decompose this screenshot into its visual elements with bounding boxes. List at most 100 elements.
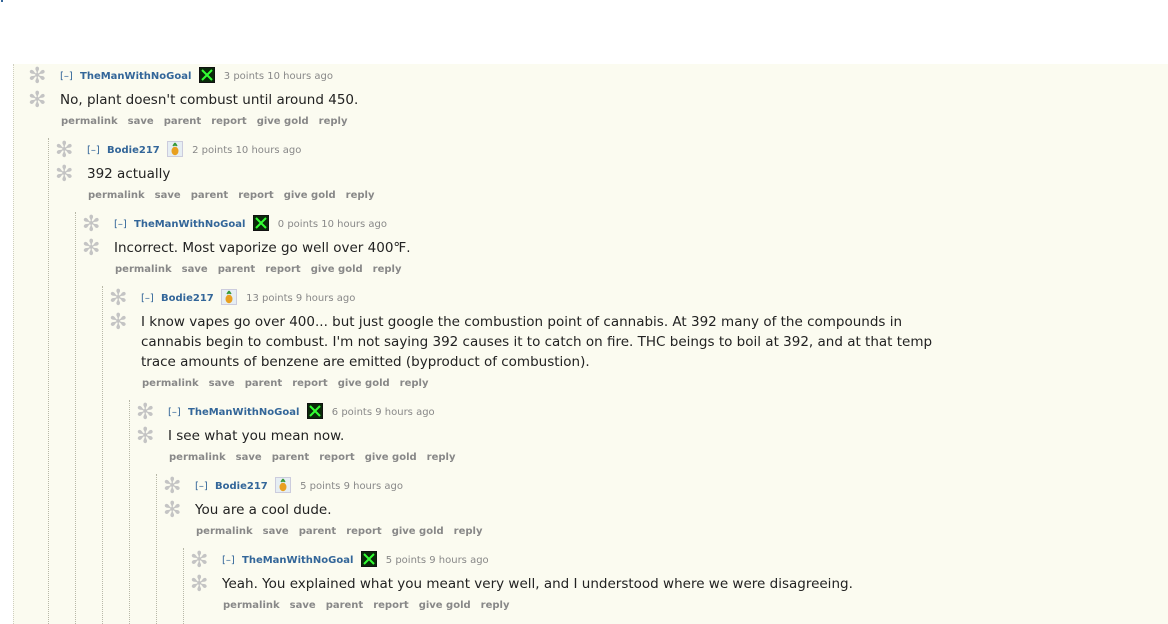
timestamp: 9 hours ago: [343, 481, 403, 492]
permalink-link[interactable]: permalink: [169, 452, 226, 463]
parent-link[interactable]: parent: [299, 526, 337, 537]
save-link[interactable]: save: [128, 116, 154, 127]
author-link[interactable]: Bodie217: [161, 293, 214, 304]
child-comments: ✻ ✻ [–] Bodie217 5 points 9 hours ago Yo…: [156, 474, 853, 624]
downvote-leaf-icon[interactable]: ✻: [190, 574, 208, 596]
permalink-link[interactable]: permalink: [115, 264, 172, 275]
parent-link[interactable]: parent: [191, 190, 229, 201]
reply-link[interactable]: reply: [373, 264, 402, 275]
collapse-toggle[interactable]: [–]: [60, 71, 73, 82]
author-link[interactable]: TheManWithNoGoal: [188, 407, 299, 418]
upvote-leaf-icon[interactable]: ✻: [136, 402, 154, 424]
child-comments: ✻ ✻ [–] Bodie217 13 points 9 hours ago I…: [102, 286, 932, 624]
upvote-leaf-icon[interactable]: ✻: [55, 140, 73, 162]
upvote-leaf-icon[interactable]: ✻: [163, 476, 181, 498]
timestamp: 10 hours ago: [235, 145, 302, 156]
comment-tagline: [–] TheManWithNoGoal 6 points 9 hours ag…: [168, 403, 435, 420]
comment-body: You are a cool dude.: [195, 500, 975, 520]
score: 3 points: [223, 71, 265, 82]
comment-body: 392 actually: [87, 164, 957, 184]
give-gold-link[interactable]: give gold: [392, 526, 444, 537]
collapse-toggle[interactable]: [–]: [168, 407, 181, 418]
child-comments: ✻ ✻ [–] TheManWithNoGoal 5 points 9 hour…: [183, 548, 853, 624]
report-link[interactable]: report: [373, 600, 408, 611]
give-gold-link[interactable]: give gold: [284, 190, 336, 201]
downvote-leaf-icon[interactable]: ✻: [28, 90, 46, 112]
parent-link[interactable]: parent: [272, 452, 310, 463]
permalink-link[interactable]: permalink: [196, 526, 253, 537]
comment-tagline: [–] TheManWithNoGoal 5 points 9 hours ag…: [222, 551, 489, 568]
timestamp: 9 hours ago: [375, 407, 435, 418]
reply-link[interactable]: reply: [346, 190, 375, 201]
comment-line: No, plant doesn't combust until around 4…: [60, 92, 359, 108]
reply-link[interactable]: reply: [319, 116, 348, 127]
comment-line: You are a cool dude.: [195, 502, 332, 518]
give-gold-link[interactable]: give gold: [311, 264, 363, 275]
downvote-leaf-icon[interactable]: ✻: [163, 500, 181, 522]
give-gold-link[interactable]: give gold: [257, 116, 309, 127]
give-gold-link[interactable]: give gold: [419, 600, 471, 611]
save-link[interactable]: save: [263, 526, 289, 537]
save-link[interactable]: save: [236, 452, 262, 463]
x-flair-icon: [360, 551, 377, 567]
reply-link[interactable]: reply: [454, 526, 483, 537]
vote-arrows: ✻ ✻: [130, 400, 164, 456]
comment-body: No, plant doesn't combust until around 4…: [60, 90, 960, 110]
author-link[interactable]: Bodie217: [107, 145, 160, 156]
child-comments: ✻ ✻ [–] Bodie217 2 points 10 hours ago 3…: [48, 138, 932, 624]
timestamp: 9 hours ago: [295, 293, 356, 304]
parent-link[interactable]: parent: [245, 378, 283, 389]
author-link[interactable]: TheManWithNoGoal: [80, 71, 191, 82]
comment-tagline: [–] Bodie217 2 points 10 hours ago: [87, 141, 302, 158]
save-link[interactable]: save: [182, 264, 208, 275]
downvote-leaf-icon[interactable]: ✻: [82, 238, 100, 260]
give-gold-link[interactable]: give gold: [338, 378, 390, 389]
report-link[interactable]: report: [265, 264, 300, 275]
save-link[interactable]: save: [209, 378, 235, 389]
report-link[interactable]: report: [211, 116, 246, 127]
comment-body: Yeah. You explained what you meant very …: [222, 574, 982, 594]
parent-link[interactable]: parent: [164, 116, 202, 127]
comment-tagline: [–] TheManWithNoGoal 0 points 10 hours a…: [114, 215, 387, 232]
author-link[interactable]: TheManWithNoGoal: [242, 555, 353, 566]
upvote-leaf-icon[interactable]: ✻: [28, 66, 46, 88]
comment-body: I know vapes go over 400... but just goo…: [141, 312, 1001, 372]
score: 5 points: [385, 555, 427, 566]
author-link[interactable]: Bodie217: [215, 481, 268, 492]
give-gold-link[interactable]: give gold: [365, 452, 417, 463]
save-link[interactable]: save: [290, 600, 316, 611]
save-link[interactable]: save: [155, 190, 181, 201]
timestamp: 10 hours ago: [267, 71, 334, 82]
report-link[interactable]: report: [346, 526, 381, 537]
permalink-link[interactable]: permalink: [88, 190, 145, 201]
reply-link[interactable]: reply: [427, 452, 456, 463]
reply-link[interactable]: reply: [400, 378, 429, 389]
collapse-toggle[interactable]: [–]: [141, 293, 154, 304]
permalink-link[interactable]: permalink: [223, 600, 280, 611]
collapse-toggle[interactable]: [–]: [114, 219, 127, 230]
comment-actions: permalink save parent report give gold reply: [142, 378, 439, 389]
parent-link[interactable]: parent: [326, 600, 364, 611]
downvote-leaf-icon[interactable]: ✻: [55, 164, 73, 186]
pineapple-flair-icon: [220, 289, 237, 305]
comment-actions: permalink save parent report give gold reply: [88, 190, 385, 201]
downvote-leaf-icon[interactable]: ✻: [136, 426, 154, 448]
parent-link[interactable]: parent: [218, 264, 256, 275]
collapse-toggle[interactable]: [–]: [87, 145, 100, 156]
reply-link[interactable]: reply: [481, 600, 510, 611]
permalink-link[interactable]: permalink: [61, 116, 118, 127]
report-link[interactable]: report: [238, 190, 273, 201]
permalink-link[interactable]: permalink: [142, 378, 199, 389]
downvote-leaf-icon[interactable]: ✻: [109, 312, 127, 334]
upvote-leaf-icon[interactable]: ✻: [190, 550, 208, 572]
comment-line: I know vapes go over 400... but just goo…: [141, 314, 903, 330]
report-link[interactable]: report: [292, 378, 327, 389]
comment-line: cannabis begin to combust. I'm not sayin…: [141, 334, 933, 350]
author-link[interactable]: TheManWithNoGoal: [134, 219, 245, 230]
collapse-toggle[interactable]: [–]: [222, 555, 235, 566]
upvote-leaf-icon[interactable]: ✻: [109, 288, 127, 310]
report-link[interactable]: report: [319, 452, 354, 463]
collapse-toggle[interactable]: [–]: [195, 481, 208, 492]
upvote-leaf-icon[interactable]: ✻: [82, 214, 100, 236]
comment-line: 392 actually: [87, 166, 171, 182]
